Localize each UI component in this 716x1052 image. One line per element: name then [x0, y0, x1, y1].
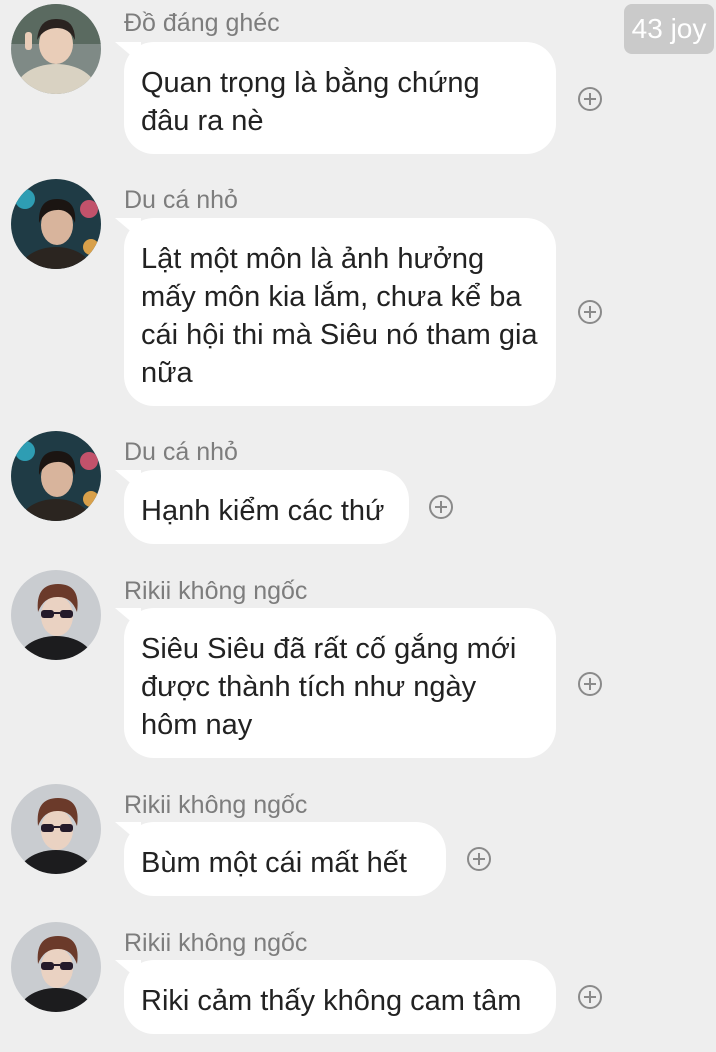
avatar-icon: [11, 4, 101, 94]
message-text: Riki cảm thấy không cam tâm: [141, 985, 522, 1017]
avatar[interactable]: [11, 431, 101, 521]
avatar[interactable]: [11, 179, 101, 269]
sender-name: Đồ đáng ghéc: [124, 9, 280, 37]
sender-name: Rikii không ngốc: [124, 577, 308, 605]
message-text: Quan trọng là bằng chứng đâu ra nè: [141, 67, 480, 137]
message-bubble[interactable]: Quan trọng là bằng chứng đâu ra nè: [124, 42, 556, 154]
avatar-icon: [11, 179, 101, 269]
add-reaction-button[interactable]: [467, 847, 491, 871]
avatar-icon: [11, 784, 101, 874]
avatar-icon: [11, 570, 101, 660]
avatar[interactable]: [11, 922, 101, 1012]
watermark-badge: 43 joy: [624, 4, 714, 54]
sender-name: Du cá nhỏ: [124, 186, 238, 214]
sender-name: Du cá nhỏ: [124, 438, 238, 466]
add-reaction-button[interactable]: [429, 495, 453, 519]
message-text: Hạnh kiểm các thứ: [141, 495, 385, 527]
sender-name: Rikii không ngốc: [124, 929, 308, 957]
message-text: Siêu Siêu đã rất cố gắng mới được thành …: [141, 633, 517, 741]
message-bubble[interactable]: Lật một môn là ảnh hưởng mấy môn kia lắm…: [124, 218, 556, 406]
avatar-icon: [11, 431, 101, 521]
message-text: Lật một môn là ảnh hưởng mấy môn kia lắm…: [141, 243, 538, 389]
message-bubble[interactable]: Riki cảm thấy không cam tâm: [124, 960, 556, 1034]
avatar[interactable]: [11, 784, 101, 874]
message-bubble[interactable]: Bùm một cái mất hết: [124, 822, 446, 896]
add-reaction-button[interactable]: [578, 300, 602, 324]
message-bubble[interactable]: Hạnh kiểm các thứ: [124, 470, 409, 544]
avatar-icon: [11, 922, 101, 1012]
sender-name: Rikii không ngốc: [124, 791, 308, 819]
chat-area[interactable]: Đồ đáng ghéc Quan trọng là bằng chứng đâ…: [0, 0, 716, 1052]
add-reaction-button[interactable]: [578, 985, 602, 1009]
avatar[interactable]: [11, 4, 101, 94]
avatar[interactable]: [11, 570, 101, 660]
message-text: Bùm một cái mất hết: [141, 847, 407, 879]
add-reaction-button[interactable]: [578, 87, 602, 111]
add-reaction-button[interactable]: [578, 672, 602, 696]
message-bubble[interactable]: Siêu Siêu đã rất cố gắng mới được thành …: [124, 608, 556, 758]
